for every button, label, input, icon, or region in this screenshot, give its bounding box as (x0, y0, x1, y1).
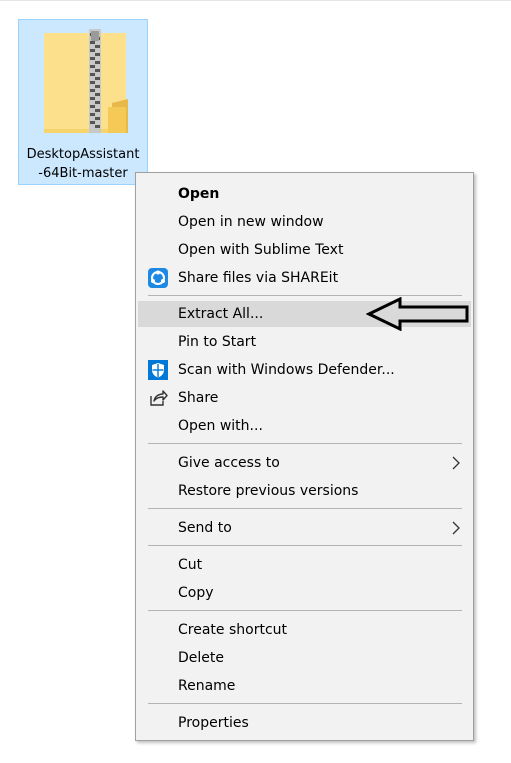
menu-item-label: Scan with Windows Defender... (178, 362, 395, 378)
window-top-border (0, 0, 511, 1)
menu-item-label: Cut (178, 557, 203, 573)
menu-item-label: Properties (178, 715, 249, 731)
context-menu: Open Open in new window Open with Sublim… (135, 172, 474, 741)
menu-item-open-with[interactable]: Open with... (138, 413, 471, 439)
menu-separator (148, 703, 462, 704)
menu-item-delete[interactable]: Delete (138, 645, 471, 671)
menu-item-open-new-window[interactable]: Open in new window (138, 209, 471, 235)
menu-separator (148, 545, 462, 546)
share-icon (150, 390, 168, 406)
menu-item-label: Share files via SHAREit (178, 270, 339, 286)
windows-defender-icon (148, 360, 168, 380)
menu-separator (148, 443, 462, 444)
menu-item-copy[interactable]: Copy (138, 580, 471, 606)
menu-item-pin-to-start[interactable]: Pin to Start (138, 329, 471, 355)
menu-separator (148, 508, 462, 509)
zip-folder-icon (44, 29, 128, 133)
menu-item-label: Extract All... (178, 306, 264, 322)
menu-item-label: Open with Sublime Text (178, 242, 344, 258)
menu-separator (148, 295, 462, 296)
menu-item-create-shortcut[interactable]: Create shortcut (138, 617, 471, 643)
menu-item-label: Send to (178, 520, 232, 536)
menu-item-scan-defender[interactable]: Scan with Windows Defender... (138, 357, 471, 383)
chevron-right-icon (452, 456, 460, 470)
menu-item-label: Open (178, 186, 220, 202)
file-name-label: DesktopAssistant -64Bit-master (19, 145, 147, 183)
menu-item-label: Open with... (178, 418, 263, 434)
menu-separator (148, 610, 462, 611)
menu-item-label: Restore previous versions (178, 483, 359, 499)
menu-item-give-access-to[interactable]: Give access to (138, 450, 471, 476)
menu-item-label: Pin to Start (178, 334, 257, 350)
menu-item-share[interactable]: Share (138, 385, 471, 411)
menu-item-label: Create shortcut (178, 622, 288, 638)
menu-item-rename[interactable]: Rename (138, 673, 471, 699)
zip-folder-item[interactable]: DesktopAssistant -64Bit-master (18, 19, 148, 185)
menu-item-properties[interactable]: Properties (138, 710, 471, 736)
chevron-right-icon (452, 521, 460, 535)
menu-item-label: Rename (178, 678, 236, 694)
pointer-arrow-icon (366, 297, 469, 331)
menu-item-label: Copy (178, 585, 214, 601)
menu-item-label: Open in new window (178, 214, 324, 230)
menu-item-open-with-sublime[interactable]: Open with Sublime Text (138, 237, 471, 263)
file-name-line1: DesktopAssistant (26, 147, 140, 162)
menu-item-share-shareit[interactable]: Share files via SHAREit (138, 265, 471, 291)
menu-item-send-to[interactable]: Send to (138, 515, 471, 541)
shareit-icon (148, 268, 168, 288)
menu-item-label: Delete (178, 650, 224, 666)
menu-item-label: Give access to (178, 455, 280, 471)
menu-item-label: Share (178, 390, 219, 406)
menu-item-open[interactable]: Open (138, 181, 471, 207)
menu-item-cut[interactable]: Cut (138, 552, 471, 578)
file-name-line2: -64Bit-master (38, 166, 128, 181)
menu-item-restore-previous-versions[interactable]: Restore previous versions (138, 478, 471, 504)
